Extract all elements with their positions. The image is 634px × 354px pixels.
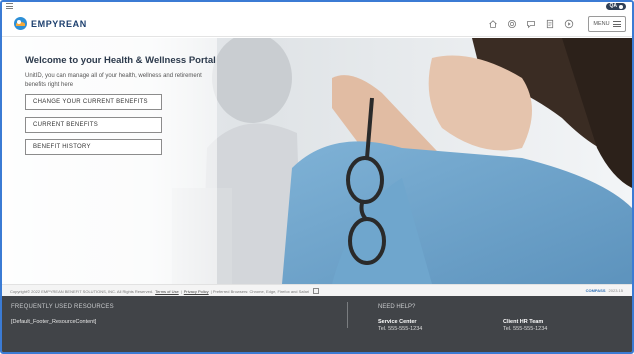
- hamburger-icon[interactable]: [6, 3, 13, 9]
- menu-icon: [612, 21, 621, 27]
- contact-phone[interactable]: Tel. 555-555-1234: [378, 326, 422, 333]
- menu-button[interactable]: MENU: [588, 16, 626, 32]
- resources-heading: FREQUENTLY USED RESOURCES: [11, 304, 114, 310]
- brand-logo[interactable]: EMPYREAN: [14, 17, 87, 30]
- client-hr-contact: Client HR Team Tel. 555-555-1234: [503, 319, 547, 332]
- footer-divider: [347, 302, 348, 328]
- hero-title: Welcome to your Health & Wellness Portal: [25, 55, 216, 66]
- resources-content[interactable]: [Default_Footer_ResourceContent]: [11, 319, 96, 325]
- version-text: 2023.15: [608, 288, 623, 293]
- hero-banner: Welcome to your Health & Wellness Portal…: [2, 38, 632, 284]
- help-heading: NEED HELP?: [378, 304, 416, 310]
- service-center-contact: Service Center Tel. 555-555-1234: [378, 319, 422, 332]
- contact-name: Client HR Team: [503, 319, 544, 325]
- terms-link[interactable]: Terms of Use: [155, 289, 179, 294]
- play-icon[interactable]: [564, 19, 574, 29]
- app-window: QA EMPYREAN MENU Welcome to your Health …: [0, 0, 634, 354]
- env-badge: QA: [605, 3, 626, 10]
- contact-phone[interactable]: Tel. 555-555-1234: [503, 326, 547, 333]
- privacy-link[interactable]: Privacy Policy: [184, 289, 209, 294]
- current-benefits-button[interactable]: CURRENT BENEFITS: [25, 117, 162, 133]
- compass-logo: COMPASS: [585, 288, 606, 293]
- document-icon[interactable]: [313, 288, 320, 294]
- home-icon[interactable]: [488, 19, 498, 29]
- copyright-right: COMPASS 2023.15: [586, 288, 623, 293]
- copyright-text: Copyright© 2022 EMPYREAN BENEFIT SOLUTIO…: [10, 288, 154, 294]
- support-icon[interactable]: [507, 19, 517, 29]
- brand-name: EMPYREAN: [31, 18, 87, 29]
- hero-subtitle: UnitID, you can manage all of your healt…: [25, 73, 202, 88]
- site-footer: FREQUENTLY USED RESOURCES [Default_Foote…: [2, 296, 632, 352]
- menu-label: MENU: [593, 21, 610, 27]
- contact-name: Service Center: [378, 319, 417, 325]
- copyright-left: Copyright© 2022 EMPYREAN BENEFIT SOLUTIO…: [10, 288, 320, 294]
- separator: |: [180, 288, 182, 294]
- browsers-text: | Preferred Browsers: Chrome, Edge, Fire…: [210, 288, 310, 294]
- header-icons: [488, 19, 574, 29]
- env-badge-label: QA: [609, 3, 618, 9]
- benefit-history-button[interactable]: BENEFIT HISTORY: [25, 139, 162, 155]
- logo-mark-icon: [14, 17, 27, 30]
- chat-icon[interactable]: [526, 19, 536, 29]
- toggle-dot-icon: [619, 4, 623, 9]
- change-current-benefits-button[interactable]: CHANGE YOUR CURRENT BENEFITS: [25, 94, 162, 110]
- utility-bar: QA: [2, 2, 632, 11]
- document-icon[interactable]: [545, 19, 555, 29]
- copyright-bar: Copyright© 2022 EMPYREAN BENEFIT SOLUTIO…: [2, 284, 632, 296]
- site-header: EMPYREAN MENU: [2, 11, 632, 37]
